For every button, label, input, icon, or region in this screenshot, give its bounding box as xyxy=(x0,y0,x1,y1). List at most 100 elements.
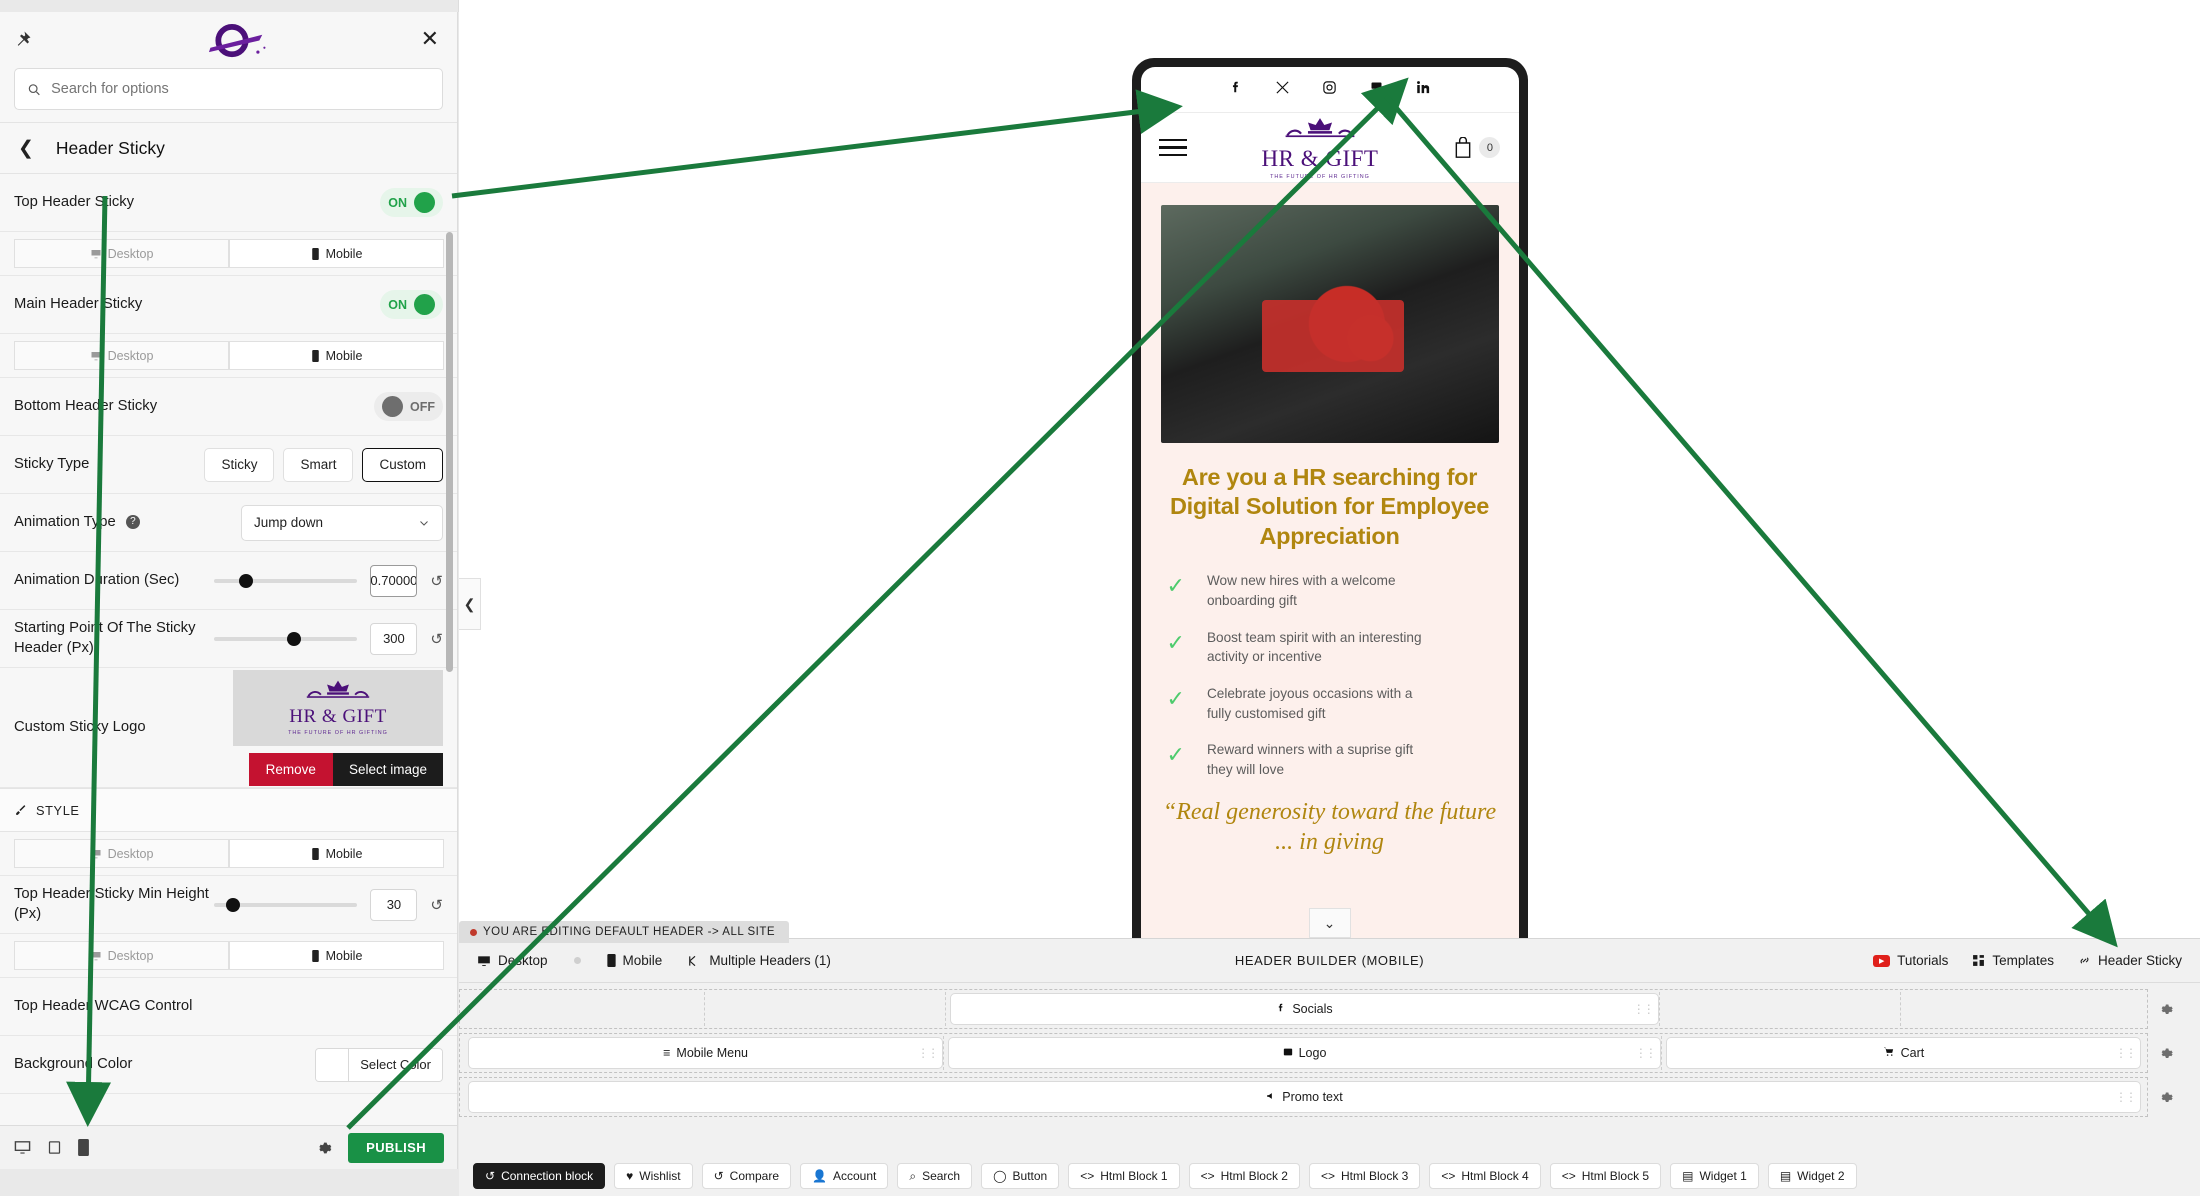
sticky-type-sticky[interactable]: Sticky xyxy=(204,447,275,482)
device-tab-mobile[interactable]: Mobile xyxy=(229,239,444,268)
mobile-icon[interactable] xyxy=(78,1139,89,1156)
sticky-type-smart[interactable]: Smart xyxy=(283,447,354,482)
palette-html-block-3[interactable]: <> Html Block 3 xyxy=(1308,1163,1421,1189)
preview-logo[interactable]: HR & GIFT THE FUTURE OF HR GIFTING xyxy=(1262,116,1379,180)
palette-widget-2[interactable]: ▤ Widget 2 xyxy=(1767,1163,1857,1189)
palette-html-block-4[interactable]: <> Html Block 4 xyxy=(1429,1163,1541,1189)
scroll-down-button[interactable]: ⌄ xyxy=(1308,908,1351,938)
search-input[interactable] xyxy=(51,81,430,97)
toggle-bottom-header-sticky[interactable]: OFF xyxy=(374,392,443,421)
sidebar-scrollbar[interactable] xyxy=(446,232,453,672)
select-color-button[interactable]: Select Color xyxy=(349,1048,442,1081)
grid-cell[interactable] xyxy=(709,992,947,1026)
publish-button[interactable]: PUBLISH xyxy=(348,1132,444,1163)
row-settings-gear[interactable] xyxy=(2148,1077,2182,1117)
slider-knob[interactable] xyxy=(226,897,241,912)
drag-handle[interactable]: ⋮⋮ xyxy=(1633,1002,1655,1016)
drag-handle[interactable]: ⋮⋮ xyxy=(2115,1046,2137,1060)
row-animation-type: Animation Type ? Jump down xyxy=(0,494,457,552)
toggle-main-header-sticky[interactable]: ON xyxy=(380,290,443,319)
toggle-top-header-sticky[interactable]: ON xyxy=(380,188,443,217)
help-icon[interactable]: ? xyxy=(125,514,140,529)
search-box[interactable] xyxy=(14,68,443,110)
preview-cart[interactable]: 0 xyxy=(1453,136,1501,159)
close-icon[interactable]: ✕ xyxy=(421,28,439,50)
templates-button[interactable]: Templates xyxy=(1972,953,2054,968)
device-tab-desktop[interactable]: Desktop xyxy=(14,341,229,370)
device-tab-desktop[interactable]: Desktop xyxy=(14,839,229,868)
desktop-icon[interactable] xyxy=(14,1139,31,1156)
reset-icon[interactable]: ↺ xyxy=(430,630,443,648)
grid-cell[interactable]: Cart ⋮⋮ xyxy=(1665,1036,2141,1070)
desktop-icon xyxy=(91,351,101,360)
grid-cell[interactable]: Socials ⋮⋮ xyxy=(950,992,1660,1026)
palette-wishlist[interactable]: ♥ Wishlist xyxy=(614,1163,693,1189)
starting-point-slider[interactable] xyxy=(214,631,358,646)
block-socials[interactable]: Socials ⋮⋮ xyxy=(950,993,1659,1025)
block-promo-text[interactable]: Promo text ⋮⋮ xyxy=(468,1081,2141,1113)
device-tab-mobile[interactable]: Mobile xyxy=(229,341,444,370)
drag-handle[interactable]: ⋮⋮ xyxy=(1635,1046,1657,1060)
animation-duration-slider[interactable] xyxy=(214,573,358,588)
back-chevron-icon[interactable]: ❮ xyxy=(18,137,34,160)
collapse-sidebar-button[interactable]: ❮ xyxy=(459,578,481,630)
palette-html-block-2[interactable]: <> Html Block 2 xyxy=(1188,1163,1300,1189)
grid-cell[interactable] xyxy=(468,992,706,1026)
header-sticky-button[interactable]: Header Sticky xyxy=(2078,953,2182,968)
row-settings-gear[interactable] xyxy=(2148,1033,2182,1073)
device-tab-desktop[interactable]: Desktop xyxy=(14,239,229,268)
device-tab-mobile[interactable]: Mobile xyxy=(229,839,444,868)
grid-cell[interactable]: ≡ Mobile Menu ⋮⋮ xyxy=(468,1036,945,1070)
tablet-icon[interactable] xyxy=(47,1139,62,1156)
palette-compare[interactable]: ↺ Compare xyxy=(701,1163,792,1189)
slider-knob[interactable] xyxy=(287,631,302,646)
palette-html-block-5[interactable]: <> Html Block 5 xyxy=(1549,1163,1662,1189)
animation-type-select[interactable]: Jump down xyxy=(241,504,443,541)
block-label: Html Block 4 xyxy=(1461,1169,1529,1183)
row-settings-gear[interactable] xyxy=(2148,989,2182,1029)
device-tab-mobile[interactable]: Mobile xyxy=(229,941,444,970)
list-item: ✓ Celebrate joyous occasions with a full… xyxy=(1161,684,1499,723)
grid-cell[interactable]: Logo ⋮⋮ xyxy=(948,1036,1662,1070)
facebook-icon[interactable] xyxy=(1229,79,1243,100)
drag-handle[interactable]: ⋮⋮ xyxy=(2115,1090,2137,1104)
block-mobile-menu[interactable]: ≡ Mobile Menu ⋮⋮ xyxy=(468,1037,944,1069)
remove-logo-button[interactable]: Remove xyxy=(248,752,333,786)
menu-icon[interactable] xyxy=(1158,138,1187,157)
tab-multiple-headers[interactable]: Multiple Headers (1) xyxy=(688,953,831,968)
animation-duration-input[interactable]: 0.70000 xyxy=(370,564,418,597)
youtube-icon[interactable] xyxy=(1369,80,1384,100)
device-tab-desktop[interactable]: Desktop xyxy=(14,941,229,970)
slider-knob[interactable] xyxy=(239,573,254,588)
block-cart[interactable]: Cart ⋮⋮ xyxy=(1665,1037,2141,1069)
grid-cell[interactable] xyxy=(1664,992,1901,1026)
drag-handle[interactable]: ⋮⋮ xyxy=(917,1046,939,1060)
grid-cell[interactable]: Promo text ⋮⋮ xyxy=(468,1080,2141,1114)
block-logo[interactable]: Logo ⋮⋮ xyxy=(948,1037,1661,1069)
background-color-control[interactable]: Select Color xyxy=(315,1047,443,1082)
reset-icon[interactable]: ↺ xyxy=(430,896,443,914)
tab-desktop[interactable]: Desktop xyxy=(477,953,548,968)
palette-widget-1[interactable]: ▤ Widget 1 xyxy=(1670,1163,1759,1189)
instagram-icon[interactable] xyxy=(1322,80,1337,100)
tutorials-button[interactable]: ▶ Tutorials xyxy=(1873,953,1948,968)
gear-icon[interactable] xyxy=(316,1140,332,1156)
palette-account[interactable]: 👤 Account xyxy=(800,1163,889,1189)
select-image-button[interactable]: Select image xyxy=(332,752,443,786)
sticky-type-options: Sticky Smart Custom xyxy=(204,447,443,482)
palette-connection-block[interactable]: ↺ Connection block xyxy=(473,1163,606,1189)
tab-mobile[interactable]: Mobile xyxy=(606,953,662,968)
color-swatch[interactable] xyxy=(316,1048,350,1081)
x-twitter-icon[interactable] xyxy=(1275,80,1290,100)
palette-html-block-1[interactable]: <> Html Block 1 xyxy=(1068,1163,1180,1189)
palette-button[interactable]: ◯ Button xyxy=(981,1163,1060,1189)
sticky-type-custom[interactable]: Custom xyxy=(362,447,443,482)
min-height-input[interactable]: 30 xyxy=(370,888,418,921)
min-height-slider[interactable] xyxy=(214,897,358,912)
palette-search[interactable]: ⌕ Search xyxy=(897,1163,973,1189)
linkedin-icon[interactable] xyxy=(1416,80,1431,100)
starting-point-input[interactable]: 300 xyxy=(370,622,418,655)
reset-icon[interactable]: ↺ xyxy=(430,572,443,590)
grid-cell[interactable] xyxy=(1905,992,2141,1026)
pin-icon[interactable] xyxy=(14,30,32,53)
